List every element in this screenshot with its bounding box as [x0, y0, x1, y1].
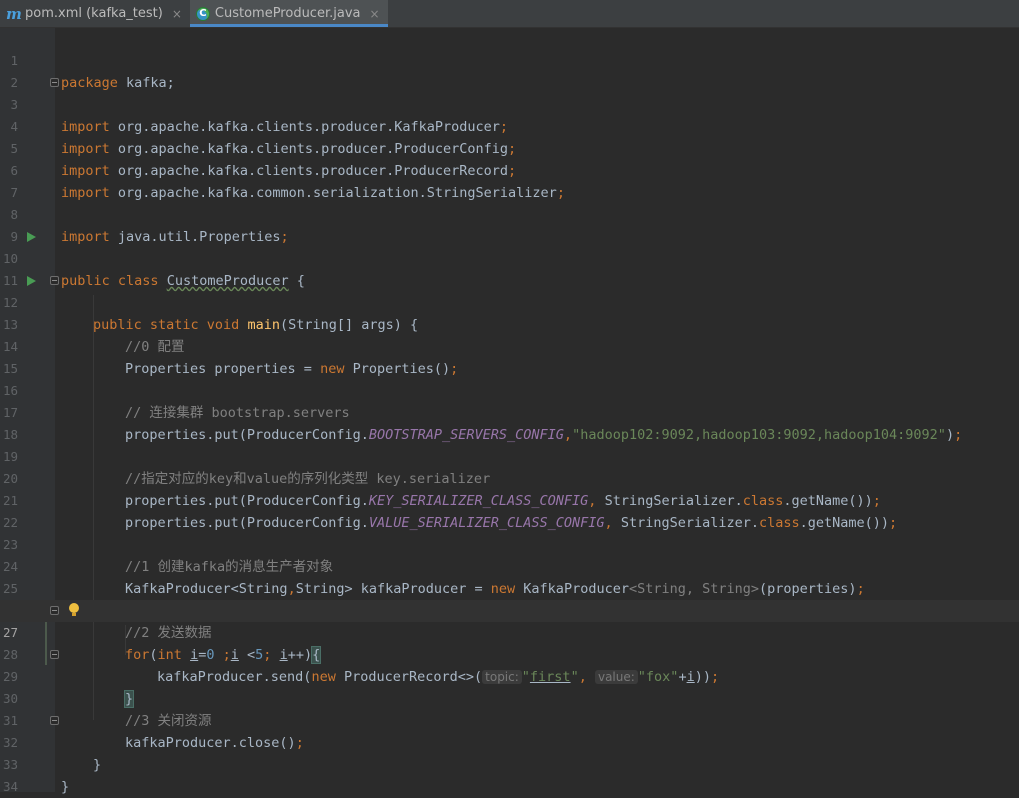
code-line: 33 }	[0, 732, 1019, 795]
code-line: 11	[0, 248, 1019, 288]
code-line: 29 }	[0, 644, 1019, 708]
code-line: 9	[0, 204, 1019, 244]
fold-marker-icon[interactable]	[50, 650, 59, 659]
code-line: 26 //2 发送数据	[0, 578, 1019, 641]
fold-marker-icon[interactable]	[50, 276, 59, 285]
code-line: 1 package kafka;	[0, 28, 1019, 91]
run-icon[interactable]	[27, 276, 36, 286]
tab-label: CustomeProducer.java	[214, 6, 361, 21]
code-line: 23 //1 创建kafka的消息生产者对象	[0, 512, 1019, 575]
code-line: 20 properties.put(ProducerConfig.KEY_SER…	[0, 446, 1019, 509]
code-line: 19 //指定对应的key和value的序列化类型 key.serializer	[0, 424, 1019, 487]
code-line: 16 // 连接集群 bootstrap.servers	[0, 358, 1019, 421]
editor-tab-bar: m pom.xml (kafka_test) × C CustomeProduc…	[0, 0, 1019, 28]
code-line: 17 properties.put(ProducerConfig.BOOTSTR…	[0, 380, 1019, 443]
lightbulb-icon[interactable]	[69, 603, 79, 617]
code-line: 15	[0, 336, 1019, 376]
tab-pom-xml[interactable]: m pom.xml (kafka_test) ×	[0, 0, 190, 27]
tab-label: pom.xml (kafka_test)	[25, 6, 163, 21]
tab-custome-producer[interactable]: C CustomeProducer.java ×	[189, 0, 388, 27]
maven-icon: m	[6, 4, 22, 23]
line-number: 34	[2, 779, 18, 794]
run-icon[interactable]	[27, 232, 36, 242]
code-line: 13 //0 配置	[0, 292, 1019, 355]
java-class-icon: C	[195, 6, 210, 21]
code-line: 18	[0, 402, 1019, 442]
code-line: 30 //3 关闭资源	[0, 666, 1019, 729]
close-icon[interactable]: ×	[369, 7, 379, 21]
code-line: 24 KafkaProducer<String,String> kafkaPro…	[0, 534, 1019, 597]
close-icon[interactable]: ×	[172, 7, 182, 21]
code-token: }	[61, 779, 70, 795]
code-line: 28 kafkaProducer.send(new ProducerRecord…	[0, 622, 1019, 685]
code-line: 8 import java.util.Properties;	[0, 182, 1019, 245]
code-line-current: 27 for(int i=0 ;i <5; i++){	[0, 600, 1019, 664]
code-line: 2	[0, 50, 1019, 90]
code-line: 5 import org.apache.kafka.clients.produc…	[0, 116, 1019, 179]
code-line: 4 import org.apache.kafka.clients.produc…	[0, 94, 1019, 157]
code-line: 25	[0, 556, 1019, 596]
code-line: 12 public static void main(String[] args…	[0, 270, 1019, 333]
code-line: 14 Properties properties = new Propertie…	[0, 314, 1019, 377]
fold-marker-icon[interactable]	[50, 716, 59, 725]
code-line: 34	[0, 754, 1019, 794]
fold-marker-icon[interactable]	[50, 78, 59, 87]
code-line: 3 import org.apache.kafka.clients.produc…	[0, 72, 1019, 135]
fold-marker-icon[interactable]	[50, 606, 59, 615]
code-line: 10 public class CustomeProducer {	[0, 226, 1019, 289]
code-line: 32 }	[0, 710, 1019, 773]
code-line: 22	[0, 490, 1019, 530]
code-line: 6 import org.apache.kafka.common.seriali…	[0, 138, 1019, 201]
code-line: 7	[0, 160, 1019, 200]
code-line: 21 properties.put(ProducerConfig.VALUE_S…	[0, 468, 1019, 531]
code-line: 31 kafkaProducer.close();	[0, 688, 1019, 751]
